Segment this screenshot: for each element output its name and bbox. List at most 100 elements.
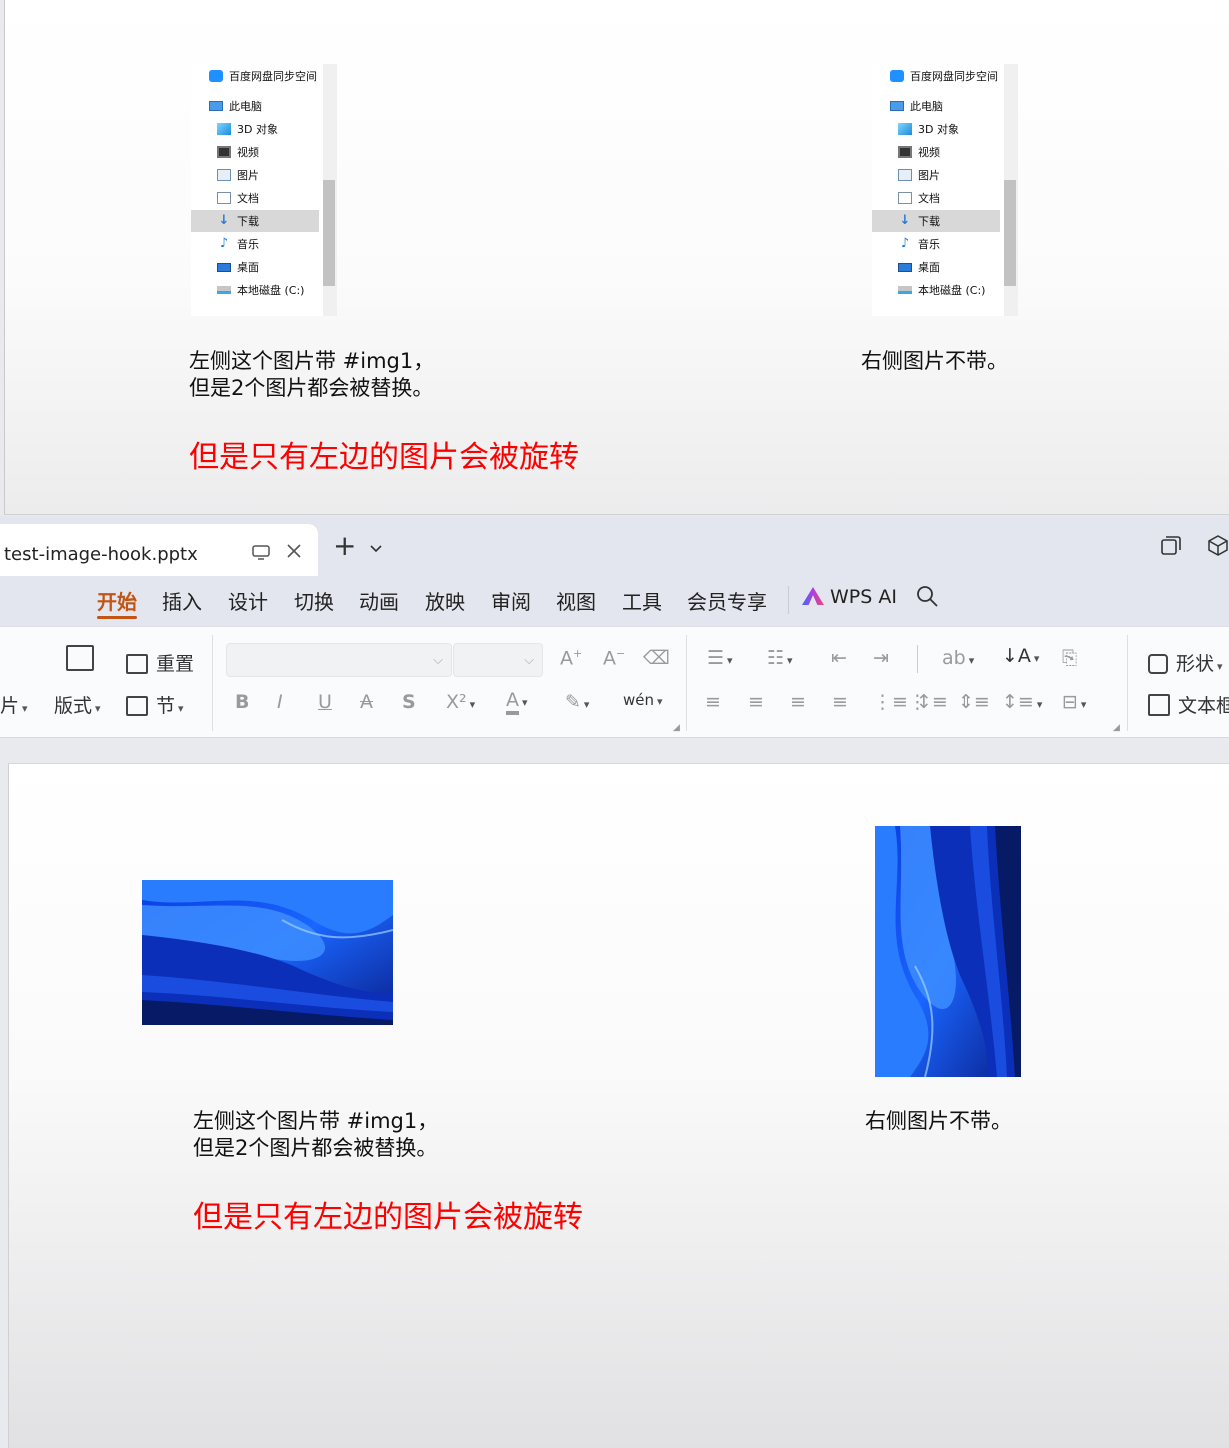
justify-icon[interactable]: ≡ — [832, 691, 848, 713]
section-label: 节 — [156, 695, 176, 717]
chevron-down-icon: ⌵ — [524, 653, 534, 668]
documents-icon — [898, 192, 912, 204]
file-tab[interactable]: test-image-hook.pptx — [0, 524, 318, 576]
increase-font-icon[interactable]: A+ — [560, 647, 582, 669]
pictures-partial-button[interactable]: 片 ▾ — [0, 691, 28, 718]
decrease-indent-icon[interactable]: ⇤ — [831, 647, 847, 669]
tab-list-chevron-icon[interactable] — [370, 542, 382, 556]
align-left-icon[interactable]: ≡ — [705, 691, 721, 713]
spacing-options-icon[interactable]: ↕≡ ▾ — [1002, 691, 1042, 713]
tab-view[interactable]: 视图 — [556, 586, 596, 615]
pictures-icon — [217, 169, 231, 181]
reset-label: 重置 — [156, 653, 195, 675]
text-shadow-button[interactable]: S — [402, 691, 416, 713]
superscript-button[interactable]: X² ▾ — [446, 691, 475, 713]
tab-transitions[interactable]: 切换 — [294, 586, 334, 615]
clear-format-icon[interactable]: ⌫ — [643, 647, 670, 669]
local-disk-icon — [217, 286, 231, 294]
textbox-label: 文本框 — [1178, 695, 1229, 717]
tab-bar: test-image-hook.pptx + — [0, 516, 1229, 576]
vertical-align-icon[interactable]: ⊟ ▾ — [1062, 691, 1086, 713]
tab-tools[interactable]: 工具 — [622, 586, 662, 615]
explorer-item-label: 百度网盘同步空间 — [229, 70, 317, 83]
explorer-item-label: 桌面 — [237, 261, 259, 274]
rendered-slide[interactable]: 左侧这个图片带 #img1， 但是2个图片都会被替换。 右侧图片不带。 但是只有… — [8, 763, 1229, 1448]
tab-review[interactable]: 审阅 — [491, 586, 531, 615]
explorer-item-label: 桌面 — [918, 261, 940, 274]
reset-icon — [126, 654, 148, 674]
tab-animations[interactable]: 动画 — [359, 586, 399, 615]
line-spacing-icon[interactable]: ↕≡ — [916, 691, 948, 713]
bold-button[interactable]: B — [235, 691, 249, 713]
left-caption-line1: 左侧这个图片带 #img1， — [193, 1109, 439, 1133]
font-dialog-launcher-icon[interactable]: ◢ — [673, 723, 680, 733]
wallpaper-image-rotated[interactable] — [142, 880, 393, 1025]
explorer-item-label: 百度网盘同步空间 — [910, 70, 998, 83]
baidu-netdisk-icon — [209, 70, 223, 82]
shape-button[interactable]: 形状 ▾ — [1148, 649, 1223, 676]
explorer-screenshot-right: 百度网盘同步空间 此电脑 3D 对象 视频 图片 文档 ↓ 下载 ♪ 音乐 桌面 本… — [872, 64, 1018, 316]
monitor-icon[interactable] — [252, 545, 270, 565]
explorer-item-label: 音乐 — [918, 238, 940, 251]
explorer-item-label: 此电脑 — [229, 100, 262, 113]
new-tab-button[interactable]: + — [333, 531, 356, 561]
right-caption: 右侧图片不带。 — [865, 1109, 1012, 1133]
align-center-icon[interactable]: ≡ — [748, 691, 764, 713]
music-icon: ♪ — [900, 236, 910, 251]
toolbar-divider — [1127, 635, 1128, 731]
left-caption: 左侧这个图片带 #img1， 但是2个图片都会被替换。 — [189, 348, 434, 402]
3d-objects-icon — [217, 123, 231, 135]
close-icon[interactable] — [286, 543, 302, 563]
textbox-button[interactable]: 文本框 — [1148, 691, 1229, 718]
shape-label: 形状 — [1176, 653, 1215, 675]
font-size-select[interactable]: ⌵ — [453, 643, 543, 677]
text-direction-icon[interactable]: ab ▾ — [942, 647, 974, 669]
explorer-item-label: 本地磁盘 (C:) — [918, 284, 986, 297]
file-tab-title: test-image-hook.pptx — [4, 544, 198, 565]
underline-button[interactable]: U — [318, 691, 332, 713]
toolbar-divider — [212, 635, 213, 731]
section-button[interactable]: 节 ▾ — [126, 691, 184, 718]
layout-icon[interactable] — [66, 645, 102, 672]
local-disk-icon — [898, 286, 912, 294]
tab-design[interactable]: 设计 — [228, 586, 268, 615]
sort-icon[interactable]: ↓A ▾ — [1002, 645, 1039, 667]
original-slide: 百度网盘同步空间 此电脑 3D 对象 视频 图片 文档 ↓ 下载 ♪ 音乐 桌面 本… — [4, 0, 1229, 515]
highlight-icon[interactable]: ✎ ▾ — [565, 691, 589, 713]
paragraph-dialog-launcher-icon[interactable]: ◢ — [1113, 723, 1120, 733]
tab-home[interactable]: 开始 — [97, 586, 137, 615]
explorer-item-label: 下载 — [237, 215, 259, 228]
tab-insert[interactable]: 插入 — [162, 586, 202, 615]
tab-member[interactable]: 会员专享 — [687, 586, 767, 615]
phonetic-guide-button[interactable]: wén ▾ — [623, 691, 663, 709]
restore-window-icon[interactable] — [1160, 534, 1182, 561]
numbering-icon[interactable]: ☷ ▾ — [767, 647, 793, 669]
rotation-note: 但是只有左边的图片会被旋转 — [193, 1200, 583, 1235]
italic-button[interactable]: I — [277, 691, 283, 713]
pictures-icon — [898, 169, 912, 181]
left-caption-line1: 左侧这个图片带 #img1， — [189, 349, 435, 373]
left-caption: 左侧这个图片带 #img1， 但是2个图片都会被替换。 — [193, 1108, 438, 1162]
music-icon: ♪ — [219, 236, 229, 251]
layout-button[interactable]: 版式 ▾ — [54, 691, 101, 718]
reset-button[interactable]: 重置 — [126, 649, 194, 676]
wps-ai-logo-icon — [802, 587, 824, 605]
align-right-icon[interactable]: ≡ — [790, 691, 806, 713]
shape-icon — [1148, 654, 1168, 674]
paragraph-spacing-icon[interactable]: ⇕≡ — [958, 691, 990, 713]
increase-indent-icon[interactable]: ⇥ — [873, 647, 889, 669]
wallpaper-image-upright[interactable] — [875, 826, 1021, 1077]
search-icon[interactable] — [915, 584, 939, 614]
chevron-down-icon: ⌵ — [433, 653, 443, 668]
font-color-button[interactable]: A ▾ — [506, 689, 528, 715]
strikethrough-button[interactable]: A — [360, 691, 373, 713]
bullets-icon[interactable]: ☰ ▾ — [707, 647, 733, 669]
font-family-select[interactable]: ⌵ — [226, 643, 452, 677]
tab-slideshow[interactable]: 放映 — [425, 586, 465, 615]
explorer-screenshot-left: 百度网盘同步空间 此电脑 3D 对象 视频 图片 文档 ↓ 下载 ♪ 音乐 桌面 本… — [191, 64, 337, 316]
section-icon — [126, 696, 148, 716]
convert-icon[interactable]: ⎘ — [1062, 647, 1077, 669]
decrease-font-icon[interactable]: A− — [603, 647, 625, 669]
package-icon[interactable] — [1207, 534, 1229, 561]
wps-ai-button[interactable]: WPS AI — [802, 586, 897, 608]
